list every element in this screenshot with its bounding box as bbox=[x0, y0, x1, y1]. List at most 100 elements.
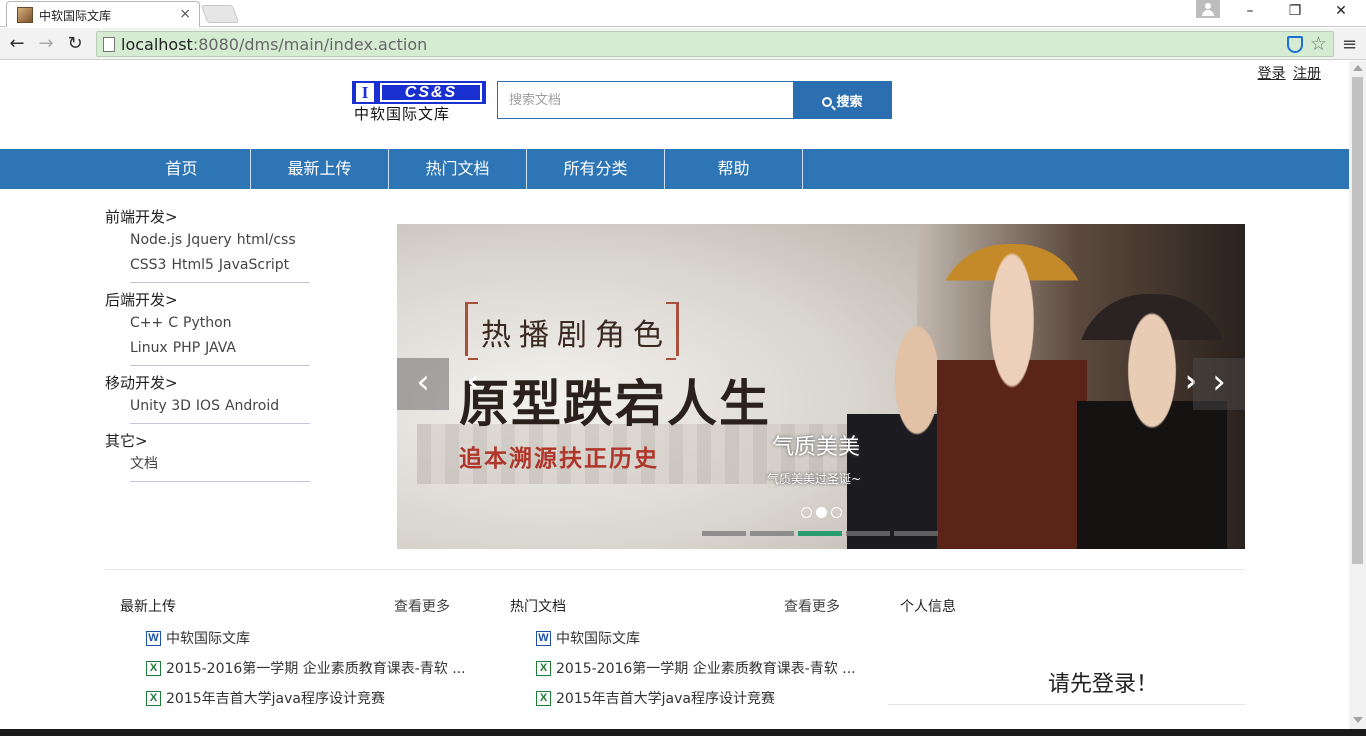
category-line: Node.js Jquery html/css bbox=[130, 228, 310, 253]
search-button-label: 搜索 bbox=[836, 94, 863, 110]
tab-title: 中软国际文库 bbox=[39, 9, 112, 23]
logo-css: CS&S bbox=[380, 83, 482, 102]
nav-hot[interactable]: 热门文档 bbox=[389, 149, 527, 189]
doc-item[interactable]: W 中软国际文库 bbox=[510, 624, 840, 654]
search-button[interactable]: 搜索 bbox=[793, 81, 892, 119]
category-title[interactable]: 后端开发> bbox=[105, 289, 315, 311]
carousel-bar[interactable] bbox=[846, 531, 890, 536]
doc-item[interactable]: X 2015年吉首大学java程序设计竞赛 bbox=[120, 684, 450, 714]
category-links: Node.js Jquery html/css CSS3 Html5 JavaScrip… bbox=[130, 228, 310, 283]
login-link[interactable]: 登录 bbox=[1258, 66, 1286, 82]
nav-latest[interactable]: 最新上传 bbox=[251, 149, 389, 189]
doc-item[interactable]: X 2015-2016第一学期 企业素质教育课表-青软 ... bbox=[510, 654, 856, 684]
doc-title: 2015-2016第一学期 企业素质教育课表-青软 ... bbox=[166, 661, 466, 677]
carousel-dot[interactable] bbox=[831, 507, 842, 518]
scroll-up-arrow-icon[interactable] bbox=[1353, 65, 1363, 71]
category-link[interactable]: html/css bbox=[237, 232, 296, 248]
restore-button[interactable]: ❐ bbox=[1285, 3, 1305, 21]
user-profile-icon[interactable] bbox=[1196, 0, 1220, 18]
browser-tab[interactable]: 中软国际文库 × bbox=[6, 1, 200, 27]
category-link[interactable]: Unity 3D bbox=[130, 398, 191, 414]
category-link[interactable]: JavaScript bbox=[219, 257, 289, 273]
carousel-dot-active[interactable] bbox=[816, 507, 827, 518]
view-more-link[interactable]: 查看更多 bbox=[784, 596, 840, 616]
word-file-icon: W bbox=[536, 631, 551, 646]
doc-item[interactable]: X 2015-2016第一学期 企业素质教育课表-青软 ... bbox=[120, 654, 466, 684]
hot-docs-panel: 热门文档 查看更多 W 中软国际文库 X 2015-2016第一学期 企业素质教育课… bbox=[510, 596, 856, 714]
carousel-bar[interactable] bbox=[702, 531, 746, 536]
category-links: Unity 3D IOS Android bbox=[130, 394, 310, 424]
carousel-dots bbox=[801, 503, 846, 522]
doc-item[interactable]: W 中软国际文库 bbox=[120, 624, 450, 654]
category-link[interactable]: JAVA bbox=[205, 340, 236, 356]
category-link[interactable]: Linux bbox=[130, 340, 168, 356]
search-input[interactable] bbox=[497, 81, 794, 119]
main-nav: 首页 最新上传 热门文档 所有分类 帮助 bbox=[0, 149, 1349, 189]
forward-button[interactable]: → bbox=[35, 33, 57, 55]
extension-shield-icon[interactable] bbox=[1287, 36, 1303, 53]
register-link[interactable]: 注册 bbox=[1293, 66, 1321, 82]
bookmark-star-icon[interactable]: ☆ bbox=[1310, 33, 1327, 55]
search-icon bbox=[822, 96, 833, 107]
category-link[interactable]: CSS3 bbox=[130, 257, 166, 273]
category-title[interactable]: 其它> bbox=[105, 430, 315, 452]
category-link[interactable]: C++ bbox=[130, 315, 163, 331]
back-button[interactable]: ← bbox=[6, 33, 28, 55]
word-file-icon: W bbox=[146, 631, 161, 646]
carousel-dot[interactable] bbox=[801, 507, 812, 518]
banner-caption-title: 气质美美 bbox=[772, 435, 861, 460]
close-window-button[interactable]: ✕ bbox=[1331, 3, 1351, 21]
page-scrollbar[interactable] bbox=[1349, 61, 1366, 729]
category-line: C++ C Python bbox=[130, 311, 310, 336]
doc-title: 中软国际文库 bbox=[556, 631, 640, 647]
panel-header: 个人信息 bbox=[900, 596, 1245, 624]
browser-menu-icon[interactable]: ≡ bbox=[1342, 34, 1357, 55]
nav-help[interactable]: 帮助 bbox=[665, 149, 803, 189]
category-link[interactable]: C bbox=[168, 315, 178, 331]
carousel-bar-active[interactable] bbox=[798, 531, 842, 536]
banner-caption-sub: 气质美美过圣诞~ bbox=[767, 472, 862, 486]
new-tab-button[interactable] bbox=[200, 5, 240, 23]
panel-header: 热门文档 查看更多 bbox=[510, 596, 840, 624]
view-more-link[interactable]: 查看更多 bbox=[394, 596, 450, 616]
reload-button[interactable]: ↻ bbox=[64, 33, 86, 55]
latest-uploads-panel: 最新上传 查看更多 W 中软国际文库 X 2015-2016第一学期 企业素质教育课… bbox=[120, 596, 466, 714]
site-logo[interactable]: I CS&S 中软国际文库 bbox=[352, 81, 486, 123]
scrollbar-thumb[interactable] bbox=[1352, 77, 1363, 564]
tab-close-icon[interactable]: × bbox=[179, 6, 191, 22]
address-toolbar: ← → ↻ localhost:8080/dms/main/index.acti… bbox=[0, 28, 1366, 60]
logo-text: 中软国际文库 bbox=[354, 105, 451, 123]
category-title[interactable]: 移动开发> bbox=[105, 372, 315, 394]
login-prompt: 请先登录！ bbox=[1048, 672, 1159, 697]
category-link[interactable]: Android bbox=[225, 398, 279, 414]
category-link[interactable]: IOS bbox=[196, 398, 220, 414]
panel-title: 个人信息 bbox=[900, 599, 956, 615]
carousel-next-button[interactable]: › bbox=[1193, 358, 1245, 410]
carousel-bar[interactable] bbox=[894, 531, 938, 536]
category-link[interactable]: 文档 bbox=[130, 456, 158, 472]
panel-title: 最新上传 bbox=[120, 599, 176, 615]
carousel-bar[interactable] bbox=[750, 531, 794, 536]
category-title[interactable]: 前端开发> bbox=[105, 206, 315, 228]
category-link[interactable]: PHP bbox=[173, 340, 200, 356]
category-links: 文档 bbox=[130, 452, 310, 482]
category-link[interactable]: Jquery bbox=[187, 232, 232, 248]
url-bar[interactable]: localhost:8080/dms/main/index.action ☆ bbox=[96, 31, 1334, 57]
scroll-down-arrow-icon[interactable] bbox=[1353, 717, 1363, 723]
carousel-prev-button[interactable]: ‹ bbox=[397, 358, 449, 410]
category-link[interactable]: Html5 bbox=[171, 257, 213, 273]
carousel-prev-arrow-icon[interactable]: ‹ bbox=[447, 358, 499, 410]
category-line: CSS3 Html5 JavaScript bbox=[130, 253, 310, 278]
search-form: 搜索 bbox=[497, 81, 892, 119]
banner-carousel[interactable]: 热播剧角色 原型跌宕人生 追本溯源扶正历史 气质美美 气质美美过圣诞~ ‹ ‹ … bbox=[397, 224, 1245, 549]
nav-home[interactable]: 首页 bbox=[113, 149, 251, 189]
category-other: 其它> 文档 bbox=[105, 430, 315, 482]
nav-all-categories[interactable]: 所有分类 bbox=[527, 149, 665, 189]
url-text[interactable]: localhost:8080/dms/main/index.action bbox=[121, 35, 427, 54]
doc-item[interactable]: X 2015年吉首大学java程序设计竞赛 bbox=[510, 684, 840, 714]
category-link[interactable]: Python bbox=[183, 315, 232, 331]
banner-figure-prince bbox=[1077, 294, 1227, 549]
category-link[interactable]: Node.js bbox=[130, 232, 182, 248]
doc-title: 2015年吉首大学java程序设计竞赛 bbox=[166, 691, 385, 707]
minimize-button[interactable]: – bbox=[1240, 3, 1260, 21]
